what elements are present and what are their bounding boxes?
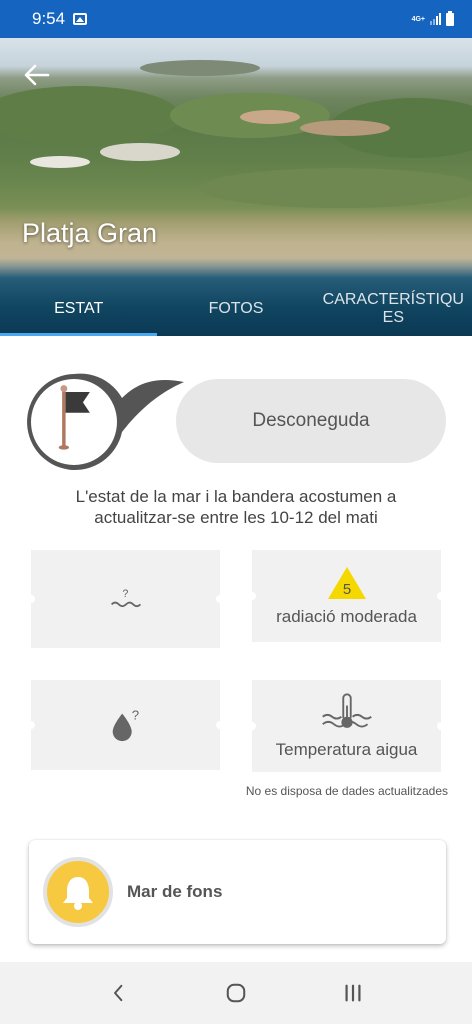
alert-title: Mar de fons [127, 882, 223, 901]
uv-index-value: 5 [342, 581, 350, 598]
water-drop-unknown-icon: ? [112, 707, 139, 742]
status-bar: 9:54 4G+ [0, 0, 472, 38]
beach-header: Platja Gran ESTAT FOTOS CARACTERÍSTIQUES [0, 38, 472, 336]
active-tab-indicator [0, 333, 157, 336]
bell-icon [63, 877, 93, 910]
nav-home-button[interactable] [216, 973, 256, 1013]
no-data-text: No es disposa de dades actualitzades [245, 784, 448, 798]
signal-icon [430, 13, 441, 25]
tab-caracteristiques[interactable]: CARACTERÍSTIQUES [315, 282, 472, 336]
update-info-text: L'estat de la mar i la bandera acostumen… [75, 487, 397, 527]
nav-home-icon [226, 983, 246, 1003]
water-temperature-card: Temperatura aigua [248, 680, 445, 772]
bell-badge [43, 857, 113, 927]
image-notification-icon [73, 13, 88, 25]
uv-warning-icon: 5 [327, 567, 366, 599]
water-temperature-label: Temperatura aigua [275, 740, 418, 759]
flag-status: Desconeguda [24, 372, 448, 472]
system-navigation-bar [0, 962, 472, 1024]
uv-card: 5 radiació moderada [248, 550, 445, 642]
uv-label: radiació moderada [276, 607, 417, 626]
nav-back-icon [113, 984, 123, 1002]
water-quality-card: ? [27, 680, 224, 770]
network-type-label: 4G+ [411, 15, 425, 23]
flag-status-pill: Desconeguda [176, 379, 446, 463]
tab-fotos[interactable]: FOTOS [157, 282, 314, 336]
tab-estat[interactable]: ESTAT [0, 282, 157, 336]
alert-card[interactable]: Mar de fons [29, 840, 446, 944]
thermometer-waves-icon [321, 693, 372, 728]
tab-bar: ESTAT FOTOS CARACTERÍSTIQUES [0, 282, 472, 336]
unknown-waves-icon: ? [110, 588, 141, 608]
unknown-symbol: ? [131, 707, 138, 722]
battery-icon [446, 10, 454, 26]
unknown-symbol: ? [122, 588, 128, 600]
nav-back-button[interactable] [99, 973, 139, 1013]
status-time: 9:54 [32, 9, 66, 28]
nav-recents-icon [345, 984, 361, 1002]
sea-state-card: ? [27, 550, 224, 648]
flag-icon [58, 385, 90, 450]
nav-recents-button[interactable] [333, 973, 373, 1013]
flag-status-circle [27, 373, 184, 470]
back-arrow-icon[interactable] [24, 64, 50, 86]
beach-title: Platja Gran [22, 218, 158, 248]
